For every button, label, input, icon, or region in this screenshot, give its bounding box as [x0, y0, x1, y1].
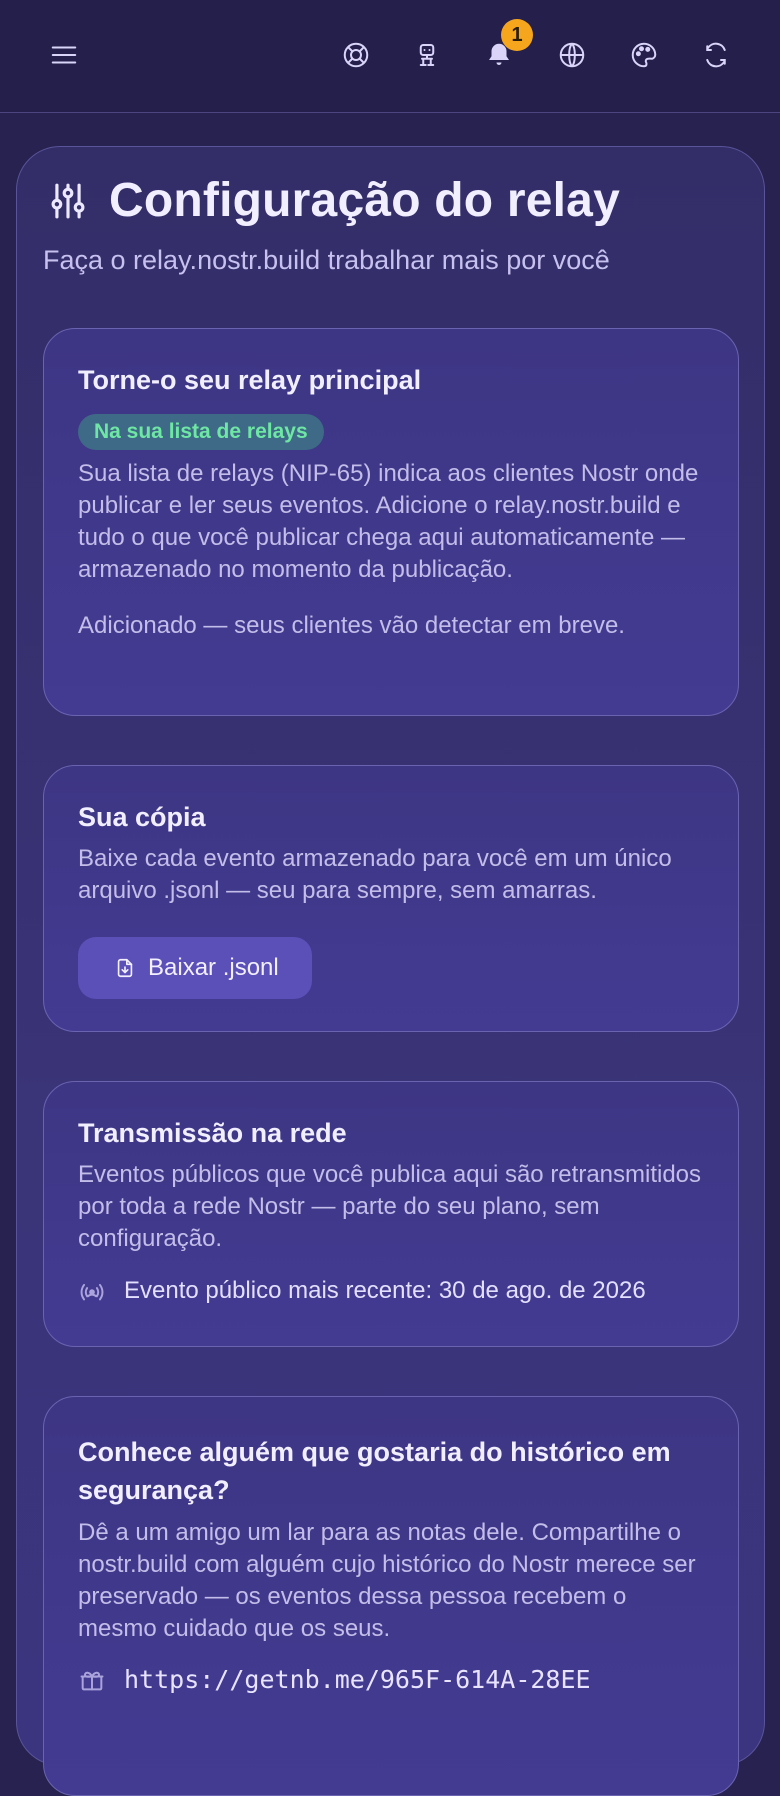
page-subtitle: Faça o relay.nostr.build trabalhar mais …	[43, 245, 610, 275]
status-badge: Na sua lista de relays	[78, 414, 324, 450]
sliders-icon	[51, 183, 85, 218]
notification-badge: 1	[501, 19, 533, 51]
latest-event-row: Evento público mais recente: 30 de ago. …	[78, 1277, 704, 1305]
latest-event-text: Evento público mais recente: 30 de ago. …	[124, 1277, 646, 1304]
refresh-icon[interactable]	[694, 33, 738, 77]
lifebuoy-icon[interactable]	[334, 33, 378, 77]
referral-title: Conhece alguém que gostaria do histórico…	[78, 1437, 671, 1505]
page-title-row: Configuração do relay	[49, 173, 620, 228]
primary-relay-status-note: Adicionado — seus clientes vão detectar …	[78, 612, 625, 639]
page-title: Configuração do relay	[109, 174, 620, 227]
download-copy-card: Sua cópia Baixe cada evento armazenado p…	[43, 765, 739, 1032]
primary-relay-description: Sua lista de relays (NIP-65) indica aos …	[78, 460, 699, 583]
primary-relay-card: Torne-o seu relay principal Na sua lista…	[43, 328, 739, 716]
palette-icon[interactable]	[622, 33, 666, 77]
globe-icon[interactable]	[550, 33, 594, 77]
relay-settings-panel: Configuração do relay Faça o relay.nostr…	[16, 146, 765, 1796]
download-jsonl-label: Baixar .jsonl	[148, 954, 279, 981]
download-jsonl-button[interactable]: Baixar .jsonl	[78, 937, 312, 999]
robot-icon[interactable]	[405, 33, 449, 77]
referral-link-row: https://getnb.me/965F-614A-28EE	[78, 1665, 704, 1694]
gift-icon	[80, 1671, 104, 1690]
network-broadcast-description: Eventos públicos que você publica aqui s…	[78, 1161, 702, 1252]
download-copy-description: Baixe cada evento armazenado para você e…	[78, 845, 672, 904]
broadcast-icon	[80, 1283, 104, 1301]
network-broadcast-card: Transmissão na rede Eventos públicos que…	[43, 1081, 739, 1347]
bell-icon[interactable]: 1	[477, 19, 533, 77]
network-broadcast-title: Transmissão na rede	[78, 1118, 347, 1148]
primary-relay-title: Torne-o seu relay principal	[78, 365, 422, 395]
referral-link[interactable]: https://getnb.me/965F-614A-28EE	[124, 1665, 591, 1694]
top-bar: 1	[0, 0, 780, 113]
menu-icon[interactable]	[42, 33, 86, 77]
referral-card: Conhece alguém que gostaria do histórico…	[43, 1396, 739, 1796]
referral-description: Dê a um amigo um lar para as notas dele.…	[78, 1519, 696, 1642]
file-download-icon	[117, 958, 133, 978]
download-copy-title: Sua cópia	[78, 802, 206, 832]
